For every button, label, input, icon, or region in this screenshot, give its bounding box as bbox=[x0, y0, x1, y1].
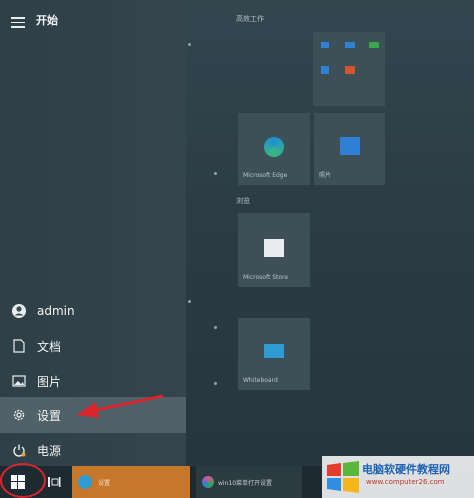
scroll-dot bbox=[214, 326, 217, 329]
watermark-url: www.computer26.com bbox=[366, 478, 445, 486]
taskbar-app-label: 设置 bbox=[98, 479, 111, 487]
tile-folder-group[interactable] bbox=[313, 32, 385, 106]
user-name: admin bbox=[37, 304, 75, 318]
scroll-dot bbox=[214, 382, 217, 385]
power-icon bbox=[11, 442, 27, 458]
settings-item[interactable]: 设置 bbox=[0, 397, 186, 433]
edge-icon bbox=[264, 137, 284, 157]
task-view-button[interactable] bbox=[44, 466, 64, 498]
documents-item[interactable]: 文档 bbox=[0, 328, 186, 364]
tiles-area: 高效工作 Microsoft Edge 照片 浏览 Microsoft Stor… bbox=[186, 0, 474, 466]
whiteboard-icon bbox=[264, 344, 284, 358]
start-menu-sidebar: 开始 admin 文档 图片 设置 电源 bbox=[0, 0, 186, 466]
hamburger-menu-icon[interactable] bbox=[11, 14, 25, 31]
start-title: 开始 bbox=[36, 14, 58, 27]
tile-photos[interactable]: 照片 bbox=[314, 113, 385, 185]
section-header: 浏览 bbox=[236, 197, 250, 205]
taskbar-app-label: win10菜单打开设置 bbox=[218, 479, 273, 487]
pictures-label: 图片 bbox=[37, 374, 62, 389]
scroll-dot bbox=[188, 43, 191, 46]
section-header: 高效工作 bbox=[236, 15, 264, 23]
gear-icon bbox=[11, 407, 27, 423]
app-icon bbox=[369, 42, 379, 48]
pictures-item[interactable]: 图片 bbox=[0, 363, 186, 399]
documents-label: 文档 bbox=[37, 339, 62, 354]
store-icon bbox=[264, 239, 284, 257]
settings-label: 设置 bbox=[37, 408, 62, 423]
tile-label: Microsoft Store bbox=[243, 274, 289, 281]
tile-whiteboard[interactable]: Whiteboard bbox=[238, 318, 310, 390]
watermark: 电脑软硬件教程网 www.computer26.com bbox=[322, 456, 474, 498]
app-icon bbox=[321, 66, 329, 74]
tile-label: Whiteboard bbox=[243, 377, 278, 384]
app-icon bbox=[321, 42, 329, 48]
taskbar-app-settings[interactable]: 设置 bbox=[72, 466, 190, 498]
power-label: 电源 bbox=[37, 443, 62, 458]
annotation-circle bbox=[0, 463, 46, 498]
tile-edge[interactable]: Microsoft Edge bbox=[238, 113, 310, 185]
taskbar-app-browser[interactable]: win10菜单打开设置 bbox=[196, 466, 302, 498]
user-avatar-icon bbox=[11, 303, 27, 319]
scroll-dot bbox=[188, 300, 191, 303]
photos-icon bbox=[340, 137, 360, 155]
windows-logo-watermark-icon bbox=[327, 461, 359, 493]
picture-icon bbox=[11, 373, 27, 389]
app-icon bbox=[345, 42, 355, 48]
watermark-title: 电脑软硬件教程网 bbox=[362, 463, 450, 476]
tile-label: Microsoft Edge bbox=[243, 172, 288, 179]
app-icon bbox=[78, 475, 92, 489]
app-icon bbox=[345, 66, 355, 74]
tile-label: 照片 bbox=[319, 172, 332, 179]
scroll-dot bbox=[214, 172, 217, 175]
document-icon bbox=[11, 338, 27, 354]
tile-store[interactable]: Microsoft Store bbox=[238, 213, 310, 287]
task-view-icon bbox=[48, 477, 61, 487]
app-icon bbox=[202, 476, 214, 488]
user-account-item[interactable]: admin bbox=[0, 293, 186, 329]
